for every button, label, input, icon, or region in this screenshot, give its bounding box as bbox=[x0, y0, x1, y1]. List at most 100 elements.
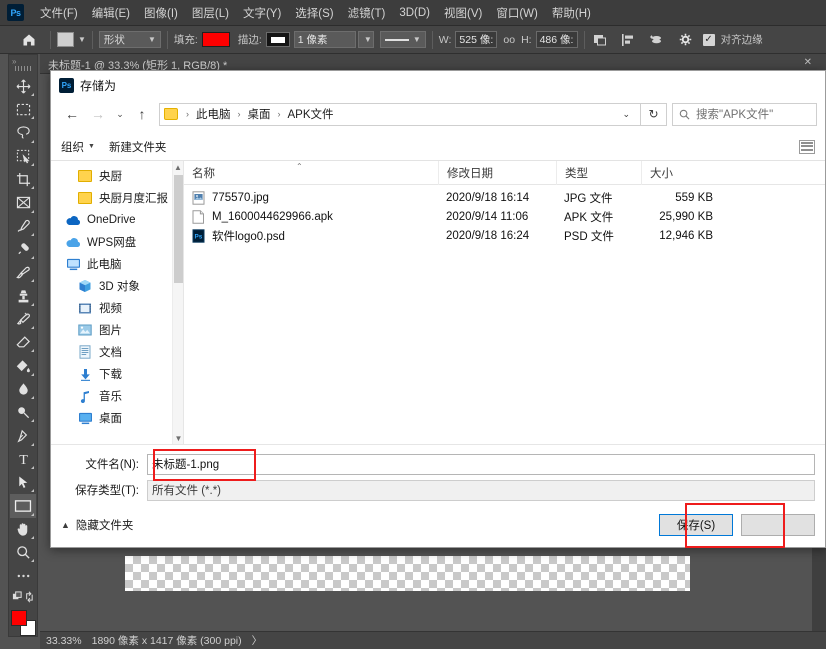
type-tool[interactable]: T bbox=[10, 448, 36, 471]
path-arrangement-icon[interactable] bbox=[647, 31, 665, 49]
pen-tool[interactable] bbox=[10, 424, 36, 447]
scrollbar-thumb[interactable] bbox=[174, 175, 183, 283]
chevron-down-icon[interactable]: ⌄ bbox=[616, 109, 636, 120]
fill-color-swatch[interactable] bbox=[202, 32, 230, 47]
brush-tool[interactable] bbox=[10, 261, 36, 284]
menu-select[interactable]: 选择(S) bbox=[288, 2, 340, 24]
search-input[interactable]: 搜索"APK文件" bbox=[672, 103, 817, 126]
gradient-tool[interactable] bbox=[10, 354, 36, 377]
zoom-tool[interactable] bbox=[10, 541, 36, 564]
menu-3d[interactable]: 3D(D) bbox=[392, 4, 437, 22]
back-button[interactable]: ← bbox=[59, 102, 85, 126]
sidebar-item-downloads[interactable]: 下载 bbox=[51, 363, 183, 385]
crop-tool[interactable] bbox=[10, 168, 36, 191]
refresh-button[interactable]: ↻ bbox=[641, 103, 667, 126]
scroll-down-icon[interactable]: ▼ bbox=[173, 432, 184, 444]
menu-view[interactable]: 视图(V) bbox=[437, 2, 489, 24]
menu-help[interactable]: 帮助(H) bbox=[545, 2, 598, 24]
sidebar-item-desktop[interactable]: 桌面 bbox=[51, 407, 183, 429]
menu-type[interactable]: 文字(Y) bbox=[236, 2, 288, 24]
sidebar-item-music[interactable]: 音乐 bbox=[51, 385, 183, 407]
sidebar-item-documents[interactable]: 文档 bbox=[51, 341, 183, 363]
breadcrumb[interactable]: › 此电脑 › 桌面 › APK文件 ⌄ bbox=[159, 103, 641, 126]
column-header-name[interactable]: 名称 ⌃ bbox=[184, 161, 438, 185]
menu-edit[interactable]: 编辑(E) bbox=[85, 2, 137, 24]
stroke-style-select[interactable]: ▼ bbox=[380, 31, 426, 48]
move-tool[interactable] bbox=[10, 75, 36, 98]
menu-file[interactable]: 文件(F) bbox=[33, 2, 85, 24]
dodge-tool[interactable] bbox=[10, 401, 36, 424]
healing-brush-tool[interactable] bbox=[10, 238, 36, 261]
breadcrumb-item-this-pc[interactable]: 此电脑 bbox=[194, 106, 233, 122]
sidebar-item-3d-objects[interactable]: 3D 对象 bbox=[51, 275, 183, 297]
hide-folders-toggle[interactable]: ▲ 隐藏文件夹 bbox=[61, 517, 133, 533]
color-swatches[interactable] bbox=[10, 608, 36, 636]
path-alignment-icon[interactable] bbox=[619, 31, 637, 49]
link-dimensions-icon[interactable]: oo bbox=[503, 34, 515, 46]
clone-stamp-tool[interactable] bbox=[10, 284, 36, 307]
filetype-select[interactable]: 所有文件 (*.*) bbox=[147, 480, 815, 501]
sidebar-item-yangchu[interactable]: 央厨 bbox=[51, 165, 183, 187]
blur-tool[interactable] bbox=[10, 378, 36, 401]
stroke-width-dropdown[interactable]: ▼ bbox=[358, 31, 374, 48]
edit-toolbar-icon[interactable] bbox=[10, 564, 36, 587]
recent-locations-button[interactable]: ⌄ bbox=[111, 102, 129, 126]
sidebar-item-wps-cloud[interactable]: WPS网盘 bbox=[51, 231, 183, 253]
zoom-level[interactable]: 33.33% bbox=[46, 635, 82, 647]
lasso-tool[interactable] bbox=[10, 121, 36, 144]
eraser-tool[interactable] bbox=[10, 331, 36, 354]
new-folder-button[interactable]: 新建文件夹 bbox=[109, 139, 167, 155]
up-button[interactable]: ↑ bbox=[129, 102, 155, 126]
sidebar-item-pictures[interactable]: 图片 bbox=[51, 319, 183, 341]
column-header-size[interactable]: 大小 bbox=[641, 161, 723, 185]
table-row[interactable]: Ps 软件logo0.psd 2020/9/18 16:24 PSD 文件 12… bbox=[184, 226, 825, 245]
menu-image[interactable]: 图像(I) bbox=[137, 2, 185, 24]
change-view-icon[interactable] bbox=[799, 140, 815, 154]
collapse-panel-icon[interactable]: » bbox=[12, 57, 16, 66]
column-header-type[interactable]: 类型 bbox=[556, 161, 641, 185]
height-input[interactable]: 486 像: bbox=[536, 31, 578, 48]
breadcrumb-item-apk-folder[interactable]: APK文件 bbox=[286, 106, 336, 122]
sidebar-item-this-pc[interactable]: 此电脑 bbox=[51, 253, 183, 275]
drag-handle[interactable] bbox=[15, 66, 31, 71]
forward-button[interactable]: → bbox=[85, 102, 111, 126]
save-button[interactable]: 保存(S) bbox=[659, 514, 733, 536]
table-row[interactable]: 775570.jpg 2020/9/18 16:14 JPG 文件 559 KB bbox=[184, 188, 825, 207]
column-header-date[interactable]: 修改日期 bbox=[438, 161, 556, 185]
sidebar-item-yangchu-monthly[interactable]: 央厨月度汇报 bbox=[51, 187, 183, 209]
sidebar-scrollbar[interactable]: ▲ ▼ bbox=[172, 161, 183, 444]
quick-mask-and-swap-icons[interactable] bbox=[10, 588, 36, 607]
organize-button[interactable]: 组织 ▼ bbox=[61, 139, 95, 155]
shape-mode-select[interactable]: 形状 ▼ bbox=[99, 31, 161, 48]
menu-layer[interactable]: 图层(L) bbox=[185, 2, 236, 24]
filename-input[interactable]: 未标题-1.png bbox=[147, 454, 815, 475]
close-tab-icon[interactable]: ✕ bbox=[804, 57, 812, 68]
sidebar-item-videos[interactable]: 视频 bbox=[51, 297, 183, 319]
hand-tool[interactable] bbox=[10, 518, 36, 541]
quick-selection-tool[interactable] bbox=[10, 145, 36, 168]
marquee-tool[interactable] bbox=[10, 98, 36, 121]
menu-filter[interactable]: 滤镜(T) bbox=[341, 2, 393, 24]
align-edges-checkbox[interactable]: ✓ bbox=[703, 34, 715, 46]
table-row[interactable]: M_1600044629966.apk 2020/9/14 11:06 APK … bbox=[184, 207, 825, 226]
width-input[interactable]: 525 像: bbox=[455, 31, 497, 48]
menu-window[interactable]: 窗口(W) bbox=[489, 2, 545, 24]
gear-icon[interactable] bbox=[677, 31, 695, 49]
stroke-color-swatch[interactable] bbox=[266, 32, 290, 47]
stroke-width-input[interactable]: 1 像素 bbox=[294, 31, 356, 48]
foreground-color-swatch[interactable] bbox=[11, 610, 27, 626]
path-operations-icon[interactable] bbox=[591, 31, 609, 49]
cancel-button[interactable] bbox=[741, 514, 815, 536]
home-icon[interactable] bbox=[22, 33, 36, 47]
scroll-up-icon[interactable]: ▲ bbox=[173, 161, 183, 173]
path-selection-tool[interactable] bbox=[10, 471, 36, 494]
rectangle-tool[interactable] bbox=[10, 494, 36, 517]
chevron-down-icon: ▼ bbox=[413, 35, 421, 44]
sidebar-item-onedrive[interactable]: OneDrive bbox=[51, 209, 183, 231]
eyedropper-tool[interactable] bbox=[10, 215, 36, 238]
shape-preset-picker[interactable]: ▼ bbox=[57, 32, 86, 47]
frame-tool[interactable] bbox=[10, 191, 36, 214]
status-expand-icon[interactable]: 〉 bbox=[252, 633, 263, 648]
history-brush-tool[interactable] bbox=[10, 308, 36, 331]
breadcrumb-item-desktop[interactable]: 桌面 bbox=[246, 106, 273, 122]
